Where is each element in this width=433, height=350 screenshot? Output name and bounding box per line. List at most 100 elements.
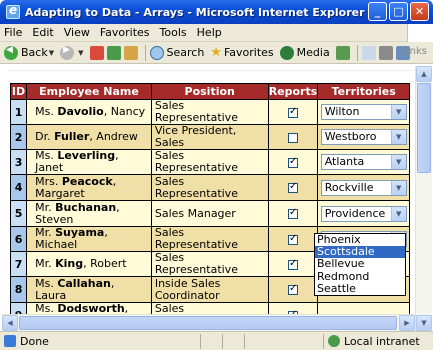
chevron-down-icon[interactable]: ▼ bbox=[78, 49, 83, 57]
row-id: 6 bbox=[9, 226, 28, 252]
table-row: 1Ms. Davolio, NancySales RepresentativeW… bbox=[9, 99, 410, 125]
reports-cell bbox=[267, 99, 319, 125]
territory-cell: Providence ▼ bbox=[317, 200, 410, 227]
media-label: Media bbox=[296, 46, 330, 59]
close-button[interactable]: ✕ bbox=[410, 2, 429, 21]
territory-value: Westboro bbox=[324, 130, 377, 143]
search-label: Search bbox=[166, 46, 205, 59]
header-id: ID bbox=[9, 83, 28, 100]
horizontal-scrollbar[interactable]: ◀ ▶ bbox=[2, 314, 415, 331]
title-bar: Adapting to Data - Arrays - Microsoft In… bbox=[0, 0, 433, 24]
row-id: 1 bbox=[9, 99, 28, 125]
row-id: 5 bbox=[9, 200, 28, 227]
print-icon[interactable] bbox=[378, 45, 393, 60]
toolbar-separator bbox=[144, 44, 146, 61]
last-name: Davolio bbox=[57, 105, 104, 118]
status-bar: Done Local intranet bbox=[0, 331, 433, 350]
territory-value: Atlanta bbox=[324, 155, 365, 168]
vertical-scroll-thumb[interactable] bbox=[417, 83, 431, 173]
horizontal-scroll-thumb[interactable] bbox=[19, 316, 397, 330]
row-id: 7 bbox=[9, 251, 28, 277]
first-name: , Robert bbox=[83, 257, 127, 270]
scroll-right-icon[interactable]: ▶ bbox=[399, 315, 415, 331]
media-icon bbox=[279, 45, 294, 60]
territory-cell: Atlanta ▼ bbox=[317, 149, 410, 175]
chevron-down-icon[interactable]: ▼ bbox=[390, 180, 406, 195]
employee-name: Ms. Callahan, Laura bbox=[26, 276, 152, 303]
vertical-scrollbar[interactable]: ▲ ▼ bbox=[415, 66, 432, 331]
favorites-button[interactable]: ★ Favorites bbox=[210, 45, 273, 60]
chevron-down-icon[interactable]: ▼ bbox=[390, 130, 406, 144]
mail-icon[interactable] bbox=[361, 45, 376, 60]
position: Sales Representative bbox=[150, 226, 269, 252]
history-icon[interactable] bbox=[335, 45, 350, 60]
reports-checkbox[interactable] bbox=[287, 258, 298, 270]
reports-checkbox[interactable] bbox=[287, 207, 298, 219]
menu-edit[interactable]: Edit bbox=[32, 26, 53, 39]
menu-view[interactable]: View bbox=[64, 26, 90, 39]
dropdown-option-bellevue[interactable]: Bellevue bbox=[315, 258, 405, 270]
reports-checkbox[interactable] bbox=[287, 156, 298, 168]
maximize-button[interactable]: □ bbox=[389, 2, 408, 21]
territory-cell: Westboro ▼ bbox=[317, 124, 410, 150]
reports-cell bbox=[267, 200, 319, 227]
employee-name: Ms. Davolio, Nancy bbox=[26, 99, 152, 125]
scroll-up-icon[interactable]: ▲ bbox=[416, 66, 432, 82]
status-cell bbox=[200, 333, 222, 349]
name-prefix: Dr. bbox=[35, 130, 55, 143]
reports-checkbox[interactable] bbox=[287, 181, 298, 193]
links-label[interactable]: Links bbox=[401, 46, 427, 57]
menu-help[interactable]: Help bbox=[197, 26, 222, 39]
row-id: 3 bbox=[9, 149, 28, 175]
forward-icon bbox=[60, 45, 75, 60]
territory-select[interactable]: Westboro ▼ bbox=[320, 129, 407, 145]
territory-dropdown-list[interactable]: Phoenix Scottsdale Bellevue Redmond Seat… bbox=[314, 233, 406, 296]
chevron-down-icon[interactable]: ▼ bbox=[390, 206, 406, 221]
back-icon bbox=[4, 45, 18, 60]
chevron-down-icon[interactable]: ▼ bbox=[390, 105, 406, 119]
minimize-button[interactable]: _ bbox=[368, 2, 387, 21]
scroll-left-icon[interactable]: ◀ bbox=[2, 315, 18, 331]
territory-select[interactable]: Atlanta ▼ bbox=[320, 154, 407, 170]
reports-checkbox[interactable] bbox=[287, 132, 298, 143]
last-name: King bbox=[55, 257, 84, 270]
reports-checkbox[interactable] bbox=[287, 233, 298, 245]
status-cell bbox=[222, 333, 244, 349]
header-reports: Reports bbox=[267, 83, 319, 100]
reports-checkbox[interactable] bbox=[287, 106, 298, 118]
back-button[interactable]: Back ▼ bbox=[4, 45, 54, 60]
menu-tools[interactable]: Tools bbox=[160, 26, 187, 39]
refresh-icon[interactable] bbox=[106, 45, 121, 60]
territory-select[interactable]: Providence ▼ bbox=[320, 205, 407, 222]
position: Inside Sales Coordinator bbox=[150, 276, 269, 303]
menu-favorites[interactable]: Favorites bbox=[100, 26, 150, 39]
employee-name: Mr. King, Robert bbox=[26, 251, 152, 277]
back-label: Back bbox=[21, 46, 48, 59]
dropdown-option-redmond[interactable]: Redmond bbox=[315, 270, 405, 283]
territory-value: Providence bbox=[324, 206, 386, 220]
reports-cell bbox=[267, 124, 319, 150]
territory-select[interactable]: Wilton ▼ bbox=[320, 104, 407, 120]
position: Sales Representative bbox=[150, 174, 269, 201]
dropdown-option-seattle[interactable]: Seattle bbox=[315, 282, 405, 295]
name-prefix: Mr. bbox=[35, 257, 56, 270]
chevron-down-icon[interactable]: ▼ bbox=[390, 155, 406, 169]
media-button[interactable]: Media bbox=[279, 45, 330, 60]
search-button[interactable]: Search bbox=[149, 45, 205, 60]
home-icon[interactable] bbox=[123, 45, 138, 60]
status-cell bbox=[244, 333, 266, 349]
security-zone: Local intranet bbox=[323, 333, 433, 349]
menu-bar: File Edit View Favorites Tools Help bbox=[0, 24, 433, 42]
reports-checkbox[interactable] bbox=[287, 283, 298, 295]
territory-cell: Rockville ▼ bbox=[317, 174, 410, 201]
menu-file[interactable]: File bbox=[4, 26, 22, 39]
stop-icon[interactable] bbox=[89, 45, 104, 60]
forward-button[interactable]: ▼ bbox=[60, 45, 84, 60]
territory-value: Wilton bbox=[324, 105, 360, 118]
scroll-down-icon[interactable]: ▼ bbox=[416, 315, 432, 331]
chevron-down-icon[interactable]: ▼ bbox=[49, 49, 54, 57]
reports-cell bbox=[267, 276, 319, 303]
territory-select[interactable]: Rockville ▼ bbox=[320, 179, 407, 196]
first-name: , Andrew bbox=[89, 130, 138, 143]
reports-cell bbox=[267, 149, 319, 175]
